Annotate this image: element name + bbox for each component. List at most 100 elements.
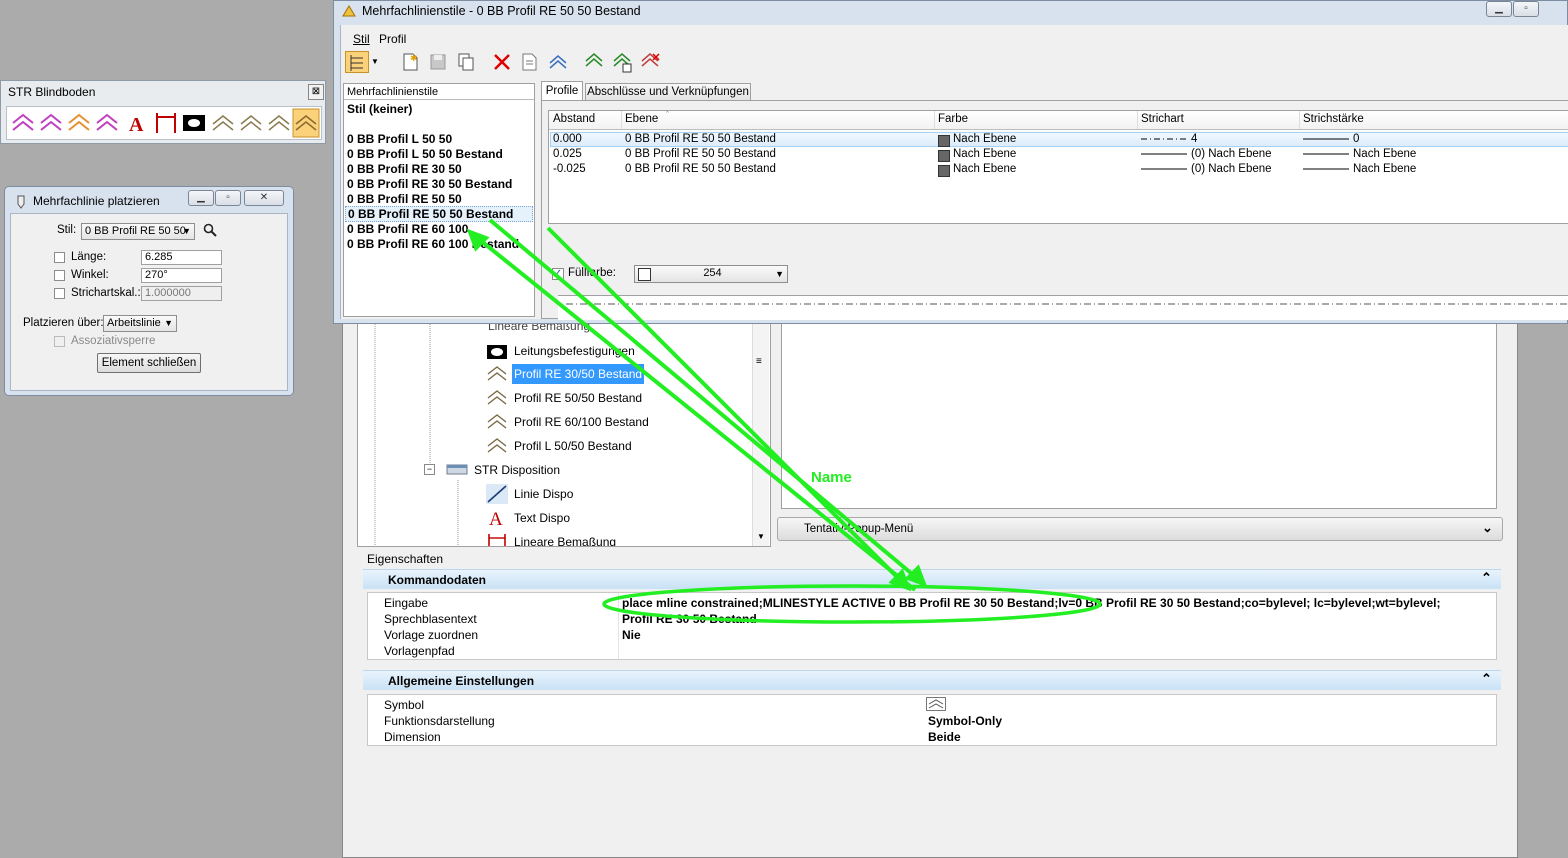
dimension-tool-icon[interactable] bbox=[156, 113, 176, 133]
collapse-chevron-icon[interactable]: ⌃ bbox=[1481, 570, 1492, 586]
assoz-checkbox[interactable] bbox=[54, 336, 65, 347]
tree-item-linie-dispo[interactable]: Linie Dispo bbox=[514, 487, 573, 501]
stil-select[interactable]: 0 BB Profil RE 50 50 ▼ bbox=[81, 223, 195, 240]
fill-color-select[interactable]: 254 ▼ bbox=[634, 265, 788, 283]
style-list-item[interactable]: 0 BB Profil RE 30 50 bbox=[347, 162, 462, 176]
dimension-value[interactable]: Beide bbox=[928, 730, 961, 744]
insert-profile-icon[interactable] bbox=[611, 51, 633, 73]
symbol-label: Symbol bbox=[384, 698, 425, 712]
col-strichart[interactable]: Strichart bbox=[1141, 113, 1184, 125]
eingabe-value[interactable]: place mline constrained;MLINESTYLE ACTIV… bbox=[622, 596, 1440, 610]
col-farbe[interactable]: Farbe bbox=[938, 113, 968, 125]
collapse-chevron-icon[interactable]: ⌃ bbox=[1481, 671, 1492, 687]
profile-bestand1-icon[interactable] bbox=[212, 115, 234, 131]
tentative-popup-menu-bar[interactable]: Tentativ-Popup-Menü ⌄ bbox=[777, 517, 1503, 541]
style-list-item[interactable]: 0 BB Profil L 50 50 bbox=[347, 132, 452, 146]
copy-icon[interactable] bbox=[455, 51, 477, 73]
profile-bestand3-icon[interactable] bbox=[268, 115, 290, 131]
cell-staerke: Nach Ebene bbox=[1353, 148, 1417, 160]
strichartskal-input[interactable]: 1.000000 bbox=[141, 286, 222, 301]
tree-item-profil-re60[interactable]: Profil RE 60/100 Bestand bbox=[514, 415, 649, 429]
tree-scrollbar[interactable]: ≡ ▼ bbox=[752, 302, 769, 546]
tree-item-text-dispo[interactable]: Text Dispo bbox=[514, 511, 570, 525]
new-style-icon[interactable]: ✱ bbox=[399, 51, 421, 73]
style-list-item[interactable]: 0 BB Profil L 50 50 Bestand bbox=[347, 147, 503, 161]
close-button[interactable]: ✕ bbox=[244, 190, 284, 206]
kommandodaten-label: Kommandodaten bbox=[388, 573, 487, 587]
style-list-item[interactable]: 0 BB Profil RE 30 50 Bestand bbox=[347, 177, 512, 191]
tab-profile[interactable]: Profile bbox=[541, 81, 583, 101]
search-icon[interactable] bbox=[203, 223, 217, 237]
profile-l-icon[interactable] bbox=[12, 113, 34, 131]
assoz-label: Assoziativsperre bbox=[71, 335, 156, 347]
tree-item-profil-l50[interactable]: Profil L 50/50 Bestand bbox=[514, 439, 632, 453]
vorlage-value[interactable]: Nie bbox=[622, 628, 641, 642]
menu-profil[interactable]: Profil bbox=[379, 32, 406, 46]
sprech-value[interactable]: Profil RE 30 50 Bestand bbox=[622, 612, 757, 626]
menu-stil[interactable]: Stil bbox=[353, 32, 370, 46]
symbol-value-icon[interactable] bbox=[926, 697, 946, 711]
tree-item-profil-re30-selected[interactable]: Profil RE 30/50 Bestand bbox=[512, 364, 645, 384]
col-abstand[interactable]: Abstand bbox=[553, 113, 595, 125]
eingabe-label: Eingabe bbox=[384, 596, 429, 610]
chevron-down-icon[interactable]: ▼ bbox=[371, 51, 383, 73]
allgemeine-section[interactable]: Allgemeine Einstellungen ⌃ bbox=[363, 670, 1501, 690]
strichartskal-checkbox[interactable] bbox=[54, 288, 65, 299]
style-list-item[interactable]: 0 BB Profil RE 60 100 bbox=[347, 222, 468, 236]
profile-re60-icon[interactable] bbox=[96, 113, 118, 131]
multiline-styles-dialog: Mehrfachlinienstile - 0 BB Profil RE 50 … bbox=[333, 0, 1568, 324]
profile-bestand2-icon[interactable] bbox=[240, 115, 262, 131]
remove-profile-icon[interactable] bbox=[639, 51, 661, 73]
style-list: Mehrfachlinienstile Stil (keiner) 0 BB P… bbox=[343, 83, 535, 317]
tree-item-leitungsbefestigungen[interactable]: Leitungsbefestigungen bbox=[514, 344, 635, 358]
cell-staerke: 0 bbox=[1353, 133, 1360, 145]
app-warning-icon bbox=[342, 5, 356, 17]
save-icon[interactable] bbox=[427, 51, 449, 73]
profile-re30-icon[interactable] bbox=[40, 113, 62, 131]
maximize-button[interactable]: ▫ bbox=[1513, 1, 1539, 17]
minimize-button[interactable]: ▁ bbox=[188, 190, 214, 206]
style-none[interactable]: Stil (keiner) bbox=[347, 102, 412, 116]
laenge-checkbox[interactable] bbox=[54, 252, 65, 263]
laenge-input[interactable]: 6.285 bbox=[141, 250, 222, 265]
platzieren-select[interactable]: Arbeitslinie ▼ bbox=[103, 315, 177, 332]
profile-re50-icon[interactable] bbox=[68, 113, 90, 131]
rename-icon[interactable] bbox=[519, 51, 541, 73]
col-ebene[interactable]: Ebene bbox=[625, 113, 658, 125]
winkel-input[interactable]: 270° bbox=[141, 268, 222, 283]
tree-item-lineare-bemassung[interactable]: Lineare Bemaßung bbox=[514, 535, 616, 546]
fastener-tool-icon[interactable] bbox=[183, 115, 205, 131]
collapse-icon[interactable]: − bbox=[424, 464, 435, 475]
kommandodaten-section[interactable]: Kommandodaten ⌃ bbox=[363, 569, 1501, 589]
cell-abstand: 0.000 bbox=[553, 133, 582, 145]
tab-abschluesse[interactable]: Abschlüsse und Verknüpfungen bbox=[585, 83, 751, 101]
fill-label: Füllfarbe: bbox=[568, 267, 616, 279]
toolbar-title: STR Blindboden bbox=[8, 85, 96, 99]
chevron-down-icon[interactable]: ⌄ bbox=[1482, 520, 1493, 536]
text-tool-icon[interactable]: A bbox=[129, 114, 144, 136]
style-list-item[interactable]: 0 BB Profil RE 60 100 Bestand bbox=[347, 237, 519, 251]
match-icon[interactable] bbox=[547, 51, 569, 73]
laenge-label: Länge: bbox=[71, 251, 107, 263]
funktion-value[interactable]: Symbol-Only bbox=[928, 714, 1002, 728]
style-list-item[interactable]: 0 BB Profil RE 50 50 bbox=[347, 192, 462, 206]
col-strichstaerke[interactable]: Strichstärke bbox=[1303, 113, 1364, 125]
fill-checkbox[interactable]: ✓ bbox=[552, 268, 564, 280]
style-list-item-selected[interactable]: 0 BB Profil RE 50 50 Bestand bbox=[345, 206, 533, 222]
scroll-grip-icon: ≡ bbox=[756, 356, 762, 367]
tree-item-profil-re50[interactable]: Profil RE 50/50 Bestand bbox=[514, 391, 642, 405]
delete-icon[interactable] bbox=[491, 51, 513, 73]
scroll-down-icon[interactable]: ▼ bbox=[757, 532, 765, 541]
strichartskal-label: Strichartskal.: bbox=[71, 287, 141, 299]
close-icon[interactable]: ⊠ bbox=[308, 84, 324, 100]
element-close-button[interactable]: Element schließen bbox=[97, 353, 201, 373]
svg-text:A: A bbox=[489, 509, 503, 528]
pfad-label: Vorlagenpfad bbox=[384, 644, 455, 658]
add-profile-icon[interactable] bbox=[583, 51, 605, 73]
hierarchy-view-icon[interactable] bbox=[345, 51, 369, 73]
minimize-button[interactable]: ▁ bbox=[1486, 1, 1512, 17]
winkel-checkbox[interactable] bbox=[54, 270, 65, 281]
tree-item-str-disposition[interactable]: STR Disposition bbox=[474, 463, 560, 477]
maximize-button[interactable]: ▫ bbox=[215, 190, 241, 206]
tool-icon-row: A bbox=[6, 106, 322, 140]
